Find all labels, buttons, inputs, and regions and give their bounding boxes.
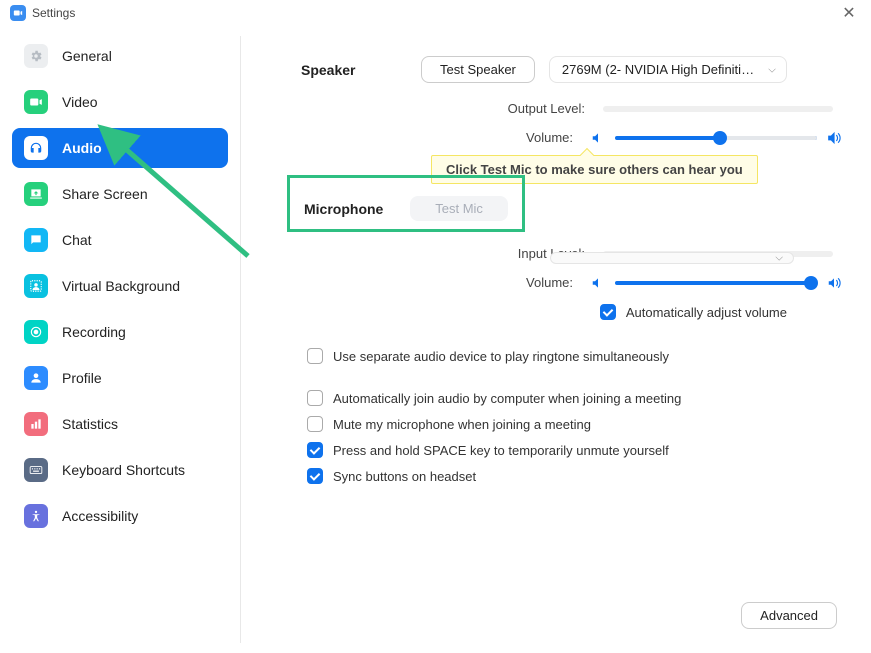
sidebar-item-profile[interactable]: Profile [12,358,228,398]
volume-low-icon [591,276,605,290]
keyboard-icon [24,458,48,482]
speaker-row: Speaker Test Speaker 2769M (2- NVIDIA Hi… [301,56,841,83]
mic-volume-row: Volume: [301,275,841,290]
sidebar-item-label: Recording [62,324,126,340]
option-row: Press and hold SPACE key to temporarily … [307,442,841,458]
volume-high-icon [827,276,841,290]
sidebar-item-label: Share Screen [62,186,148,202]
headphones-icon [24,136,48,160]
sidebar-item-label: Virtual Background [62,278,180,294]
option-checkbox-0[interactable] [307,348,323,364]
sidebar-item-label: Accessibility [62,508,138,524]
sidebar-item-audio[interactable]: Audio [12,128,228,168]
option-label: Mute my microphone when joining a meetin… [333,417,591,432]
sidebar-item-label: Chat [62,232,92,248]
test-mic-button[interactable]: Test Mic [410,196,508,221]
app-icon [10,5,26,21]
auto-adjust-checkbox[interactable] [600,304,616,320]
close-icon[interactable]: ✕ [837,3,861,23]
advanced-button[interactable]: Advanced [741,602,837,629]
mic-volume-slider[interactable] [615,281,817,285]
sidebar-item-label: Keyboard Shortcuts [62,462,185,478]
titlebar: Settings ✕ [0,0,871,26]
sidebar-item-share-screen[interactable]: Share Screen [12,174,228,214]
auto-adjust-label: Automatically adjust volume [626,305,787,320]
share-screen-icon [24,182,48,206]
sidebar-item-label: Audio [62,140,102,156]
speaker-volume-slider-area [591,131,841,145]
option-checkbox-3[interactable] [307,442,323,458]
sidebar-item-label: Profile [62,370,102,386]
speaker-volume-label: Volume: [526,130,573,145]
option-row: Use separate audio device to play ringto… [307,348,841,364]
sidebar-item-accessibility[interactable]: Accessibility [12,496,228,536]
microphone-device-select[interactable]: ⌵ [550,252,794,264]
option-label: Automatically join audio by computer whe… [333,391,681,406]
sidebar-item-chat[interactable]: Chat [12,220,228,260]
chat-icon [24,228,48,252]
sidebar-item-video[interactable]: Video [12,82,228,122]
auto-adjust-row: Automatically adjust volume [301,304,841,320]
sidebar-item-label: General [62,48,112,64]
sidebar-item-label: Statistics [62,416,118,432]
titlebar-left: Settings [10,5,75,21]
footer: Advanced [741,602,837,629]
option-label: Use separate audio device to play ringto… [333,349,669,364]
mic-volume-label: Volume: [526,275,573,290]
volume-high-icon [827,131,841,145]
option-row: Mute my microphone when joining a meetin… [307,416,841,432]
output-level-row: Output Level: [301,101,841,116]
volume-low-icon [591,131,605,145]
option-checkbox-4[interactable] [307,468,323,484]
option-checkbox-2[interactable] [307,416,323,432]
sidebar-item-general[interactable]: General [12,36,228,76]
output-level-label: Output Level: [508,101,585,116]
sidebar-item-recording[interactable]: Recording [12,312,228,352]
sidebar-item-keyboard-shortcuts[interactable]: Keyboard Shortcuts [12,450,228,490]
sidebar-item-label: Video [62,94,98,110]
option-label: Press and hold SPACE key to temporarily … [333,443,669,458]
chevron-down-icon: ⌵ [775,253,783,264]
speaker-device-value: 2769M (2- NVIDIA High Definitio... [562,62,759,77]
mic-volume-slider-area [591,276,841,290]
accessibility-icon [24,504,48,528]
sidebar-item-statistics[interactable]: Statistics [12,404,228,444]
main-panel: Speaker Test Speaker 2769M (2- NVIDIA Hi… [241,26,871,653]
option-checkbox-1[interactable] [307,390,323,406]
sidebar: General Video Audio Share Screen Chat Vi… [0,26,240,653]
microphone-highlight: Microphone Test Mic [287,175,525,232]
option-label: Sync buttons on headset [333,469,476,484]
option-row: Automatically join audio by computer whe… [307,390,841,406]
option-row: Sync buttons on headset [307,468,841,484]
statistics-icon [24,412,48,436]
sidebar-item-virtual-background[interactable]: Virtual Background [12,266,228,306]
video-icon [24,90,48,114]
content: General Video Audio Share Screen Chat Vi… [0,26,871,653]
speaker-device-select[interactable]: 2769M (2- NVIDIA High Definitio... ⌵ [549,56,787,83]
test-speaker-button[interactable]: Test Speaker [421,56,535,83]
options-section: Use separate audio device to play ringto… [301,348,841,484]
speaker-label: Speaker [301,62,421,78]
virtual-background-icon [24,274,48,298]
microphone-label: Microphone [304,201,410,217]
profile-icon [24,366,48,390]
speaker-volume-row: Volume: [301,130,841,145]
gear-icon [24,44,48,68]
speaker-volume-slider[interactable] [615,136,817,140]
recording-icon [24,320,48,344]
window-title: Settings [32,6,75,20]
chevron-down-icon: ⌵ [768,64,776,75]
output-level-meter [603,106,833,112]
